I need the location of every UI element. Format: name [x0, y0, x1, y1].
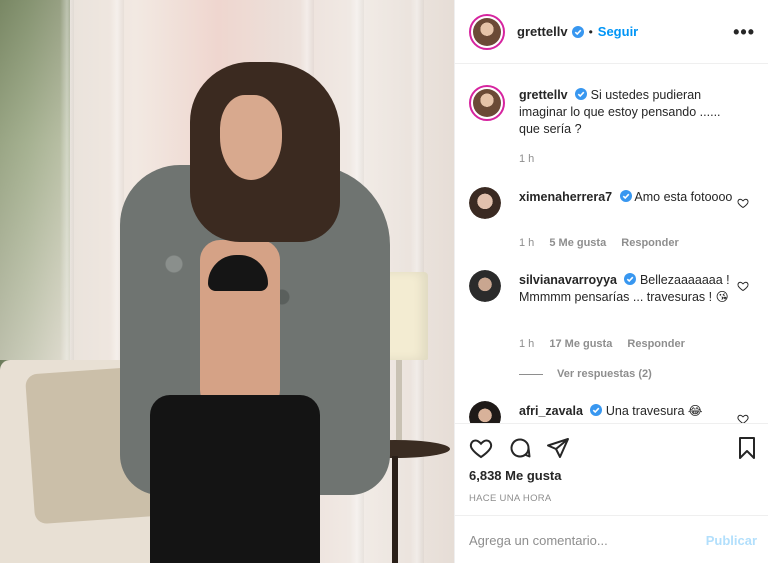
author-avatar[interactable]	[469, 13, 505, 50]
comment-text: Una travesura 😂	[605, 404, 703, 418]
action-bar: 6,838 Me gusta HACE UNA HORA	[455, 423, 768, 515]
commenter-avatar[interactable]	[469, 401, 501, 423]
caption-avatar[interactable]	[469, 85, 505, 121]
save-bookmark-icon[interactable]	[735, 436, 759, 460]
commenter-avatar[interactable]	[469, 270, 501, 302]
like-comment-heart-icon[interactable]	[737, 280, 749, 292]
follow-button[interactable]: Seguir	[598, 24, 638, 39]
caption-time: 1 h	[519, 153, 535, 165]
add-comment-bar: Publicar	[455, 515, 768, 563]
comment-time: 1 h	[519, 338, 535, 350]
more-options-icon[interactable]: •••	[733, 22, 755, 43]
comment-time: 1 h	[519, 237, 535, 249]
verified-badge-icon	[571, 25, 584, 38]
comments-list[interactable]: grettellv Si ustedes pudieran imaginar l…	[455, 65, 768, 423]
separator-dot: •	[588, 24, 593, 39]
verified-badge-icon	[619, 190, 632, 202]
commenter-username[interactable]: silvianavarroyya	[519, 273, 617, 287]
likes-count[interactable]: 6,838 Me gusta	[469, 468, 562, 483]
comment-bubble-icon[interactable]	[508, 436, 532, 460]
like-comment-heart-icon[interactable]	[737, 413, 749, 423]
view-replies-label: Ver respuestas (2)	[557, 368, 652, 380]
verified-badge-icon	[590, 404, 603, 416]
post-side-panel: grettellv • Seguir ••• grettellv Si uste…	[454, 0, 768, 563]
comment-text: Amo esta fotoooo	[634, 190, 733, 204]
comment-input[interactable]	[469, 530, 689, 550]
comment-likes[interactable]: 17 Me gusta	[549, 338, 612, 350]
share-send-icon[interactable]	[546, 436, 570, 460]
face	[220, 95, 282, 180]
post-timestamp[interactable]: HACE UNA HORA	[469, 493, 552, 504]
black-pants	[150, 395, 320, 563]
verified-badge-icon	[624, 273, 637, 285]
like-heart-icon[interactable]	[469, 436, 493, 460]
commenter-avatar[interactable]	[469, 187, 501, 219]
post-header: grettellv • Seguir •••	[455, 0, 768, 64]
reply-button[interactable]: Responder	[621, 237, 678, 249]
post-photo[interactable]	[0, 0, 454, 563]
like-comment-heart-icon[interactable]	[737, 197, 749, 209]
author-username[interactable]: grettellv	[517, 24, 568, 39]
comment-likes[interactable]: 5 Me gusta	[549, 237, 606, 249]
caption-username[interactable]: grettellv	[519, 88, 568, 102]
commenter-username[interactable]: ximenaherrera7	[519, 190, 612, 204]
reply-button[interactable]: Responder	[627, 338, 684, 350]
commenter-username[interactable]: afri_zavala	[519, 404, 583, 418]
publish-button[interactable]: Publicar	[706, 533, 757, 548]
verified-badge-icon	[575, 88, 588, 100]
view-replies-button[interactable]: Ver respuestas (2)	[519, 368, 652, 380]
